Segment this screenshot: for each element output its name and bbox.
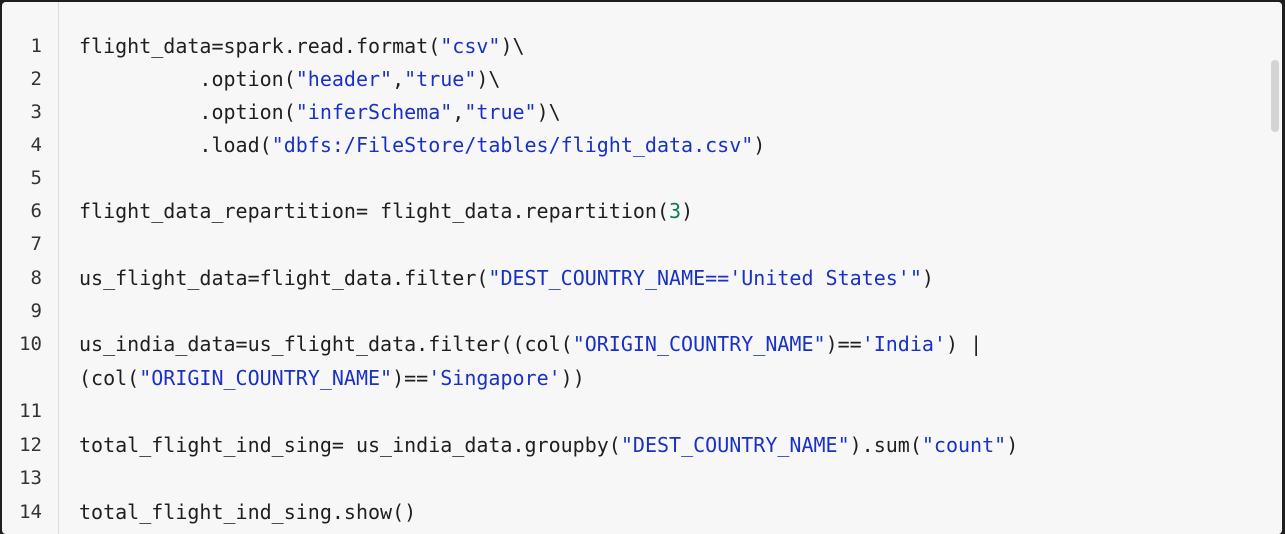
code-token: us_flight_data=flight_data.filter(	[79, 266, 489, 290]
string-literal: "true"	[464, 100, 537, 124]
code-token: us_india_data=us_flight_data.filter((col…	[79, 332, 573, 356]
code-token: flight_data=spark.read.format(	[79, 34, 441, 58]
number-literal: 3	[669, 199, 682, 223]
string-literal: "header"	[295, 67, 393, 91]
string-literal: "count"	[921, 433, 1007, 457]
line-number: 5	[30, 167, 42, 189]
code-token: )	[1006, 433, 1019, 457]
line-number: 9	[30, 300, 42, 322]
line-number: 3	[30, 101, 42, 123]
string-literal: "dbfs:/FileStore/tables/flight_data.csv"	[271, 133, 754, 157]
code-token: ) |	[945, 332, 983, 356]
vertical-scrollbar[interactable]	[1271, 60, 1279, 132]
code-token: flight_data_repartition= flight_data.rep…	[79, 199, 670, 223]
string-literal: 'Singapore'	[428, 366, 561, 390]
code-token: total_flight_ind_sing= us_india_data.gro…	[79, 433, 621, 457]
string-literal: 'India'	[861, 332, 946, 356]
line-number: 13	[19, 467, 42, 489]
code-line: us_india_data=us_flight_data.filter((col…	[59, 328, 1282, 361]
code-token: ,	[452, 100, 465, 124]
code-token: .option(	[79, 100, 296, 124]
string-literal: "inferSchema"	[295, 100, 453, 124]
code-token: )\	[536, 100, 561, 124]
line-number: 7	[30, 233, 42, 255]
code-token: )	[681, 199, 694, 223]
code-token: total_flight_ind_sing.show()	[79, 500, 417, 524]
line-number: 6	[30, 200, 42, 222]
code-line: .load("dbfs:/FileStore/tables/flight_dat…	[59, 129, 1282, 162]
line-number: 8	[30, 267, 42, 289]
code-token: .option(	[79, 67, 296, 91]
code-token: ).sum(	[849, 433, 922, 457]
string-literal: "csv"	[440, 34, 501, 58]
code-line: .option("header","true")\	[59, 63, 1282, 96]
string-literal: "DEST_COUNTRY_NAME"	[620, 433, 850, 457]
code-token: )==	[392, 366, 429, 390]
line-number: 10	[19, 333, 42, 355]
code-line: flight_data_repartition= flight_data.rep…	[59, 195, 1282, 228]
code-line: us_flight_data=flight_data.filter("DEST_…	[59, 262, 1282, 295]
code-token: (col(	[79, 366, 140, 390]
string-literal: "DEST_COUNTRY_NAME=='United States'"	[488, 266, 922, 290]
line-number: 14	[19, 501, 42, 523]
code-token: ))	[560, 366, 585, 390]
code-token: .load(	[79, 133, 272, 157]
code-token: )\	[500, 34, 525, 58]
code-token: ,	[392, 67, 405, 91]
code-editor[interactable]: 1 2 3 4 5 6 7 8 9 10 11 12 13 14 flight_…	[2, 2, 1282, 534]
line-number: 4	[30, 134, 42, 156]
editor-frame: 1 2 3 4 5 6 7 8 9 10 11 12 13 14 flight_…	[0, 0, 1285, 534]
code-token: )\	[476, 67, 501, 91]
code-line: flight_data=spark.read.format("csv")\	[59, 30, 1282, 63]
line-number: 12	[19, 434, 42, 456]
code-token: )	[753, 133, 766, 157]
code-line: .option("inferSchema","true")\	[59, 96, 1282, 129]
code-line: total_flight_ind_sing.show()	[59, 496, 1282, 529]
code-area[interactable]: flight_data=spark.read.format("csv")\ .o…	[59, 2, 1282, 534]
code-line-wrapped: (col("ORIGIN_COUNTRY_NAME")=='Singapore'…	[59, 362, 1282, 395]
line-number: 1	[30, 35, 42, 57]
line-number: 2	[30, 68, 42, 90]
code-token: )	[921, 266, 934, 290]
line-number: 11	[19, 400, 42, 422]
string-literal: "true"	[404, 67, 477, 91]
line-number-gutter: 1 2 3 4 5 6 7 8 9 10 11 12 13 14	[2, 2, 59, 534]
string-literal: "ORIGIN_COUNTRY_NAME"	[139, 366, 393, 390]
code-token: )==	[825, 332, 862, 356]
code-line: total_flight_ind_sing= us_india_data.gro…	[59, 429, 1282, 462]
string-literal: "ORIGIN_COUNTRY_NAME"	[572, 332, 826, 356]
